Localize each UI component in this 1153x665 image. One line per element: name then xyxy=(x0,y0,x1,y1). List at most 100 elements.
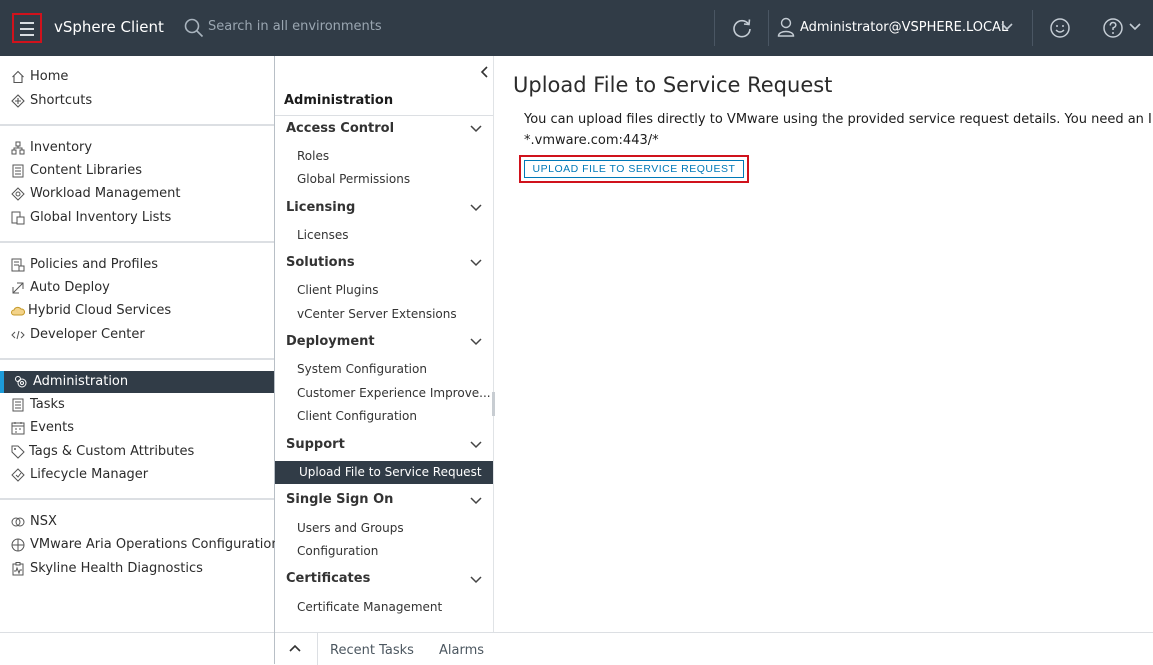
panel-item-licenses[interactable]: Licenses xyxy=(297,228,349,242)
nav-item-label: Skyline Health Diagnostics xyxy=(30,561,203,576)
nav-divider xyxy=(0,124,274,126)
nav-item-shortcuts[interactable]: Shortcuts xyxy=(0,90,274,112)
inventory-icon xyxy=(11,141,25,155)
description-url-text: *.vmware.com:443/* xyxy=(524,133,659,148)
panel-item-certificate-management[interactable]: Certificate Management xyxy=(297,600,442,614)
nav-item-hybrid-cloud-services[interactable]: Hybrid Cloud Services xyxy=(0,300,274,322)
user-menu[interactable]: Administrator@VSPHERE.LOCAL xyxy=(800,20,1008,35)
shortcuts-icon xyxy=(11,94,25,108)
nav-item-auto-deploy[interactable]: Auto Deploy xyxy=(0,277,274,299)
panel-item-global-permissions[interactable]: Global Permissions xyxy=(297,172,410,186)
chevron-down-icon[interactable] xyxy=(470,575,482,584)
upload-file-button[interactable]: UPLOAD FILE TO SERVICE REQUEST xyxy=(524,160,744,178)
auto-deploy-icon xyxy=(12,282,24,294)
chevron-down-icon[interactable] xyxy=(470,203,482,212)
aria-icon xyxy=(11,538,25,552)
chevron-down-icon[interactable] xyxy=(1001,22,1013,32)
bottom-bar-divider xyxy=(317,633,318,665)
section-access-control[interactable]: Access Control xyxy=(286,121,394,136)
nav-item-label: Inventory xyxy=(30,140,93,155)
chevron-down-icon[interactable] xyxy=(470,337,482,346)
section-support[interactable]: Support xyxy=(286,437,345,452)
menu-icon[interactable] xyxy=(12,13,42,43)
nav-item-tasks[interactable]: Tasks xyxy=(0,394,274,416)
nav-item-lifecycle-manager[interactable]: Lifecycle Manager xyxy=(0,464,274,486)
bottom-task-bar: Recent Tasks Alarms xyxy=(275,632,1153,665)
nav-item-administration[interactable]: Administration xyxy=(0,371,274,393)
nav-item-tags-custom-attributes[interactable]: Tags & Custom Attributes xyxy=(0,441,274,463)
nav-item-label: Shortcuts xyxy=(30,93,93,108)
upload-button-highlight: UPLOAD FILE TO SERVICE REQUEST xyxy=(519,155,749,183)
help-icon[interactable] xyxy=(1102,17,1124,39)
nav-item-developer-center[interactable]: Developer Center xyxy=(0,324,274,346)
panel-item-upload-file-to-service-request[interactable]: Upload File to Service Request xyxy=(275,461,493,484)
feedback-smiley-icon[interactable] xyxy=(1049,17,1071,39)
administration-icon xyxy=(15,376,27,388)
library-icon xyxy=(12,164,24,178)
section-deployment[interactable]: Deployment xyxy=(286,334,375,349)
nav-item-label: Home xyxy=(30,69,69,84)
nav-item-workload-management[interactable]: Workload Management xyxy=(0,183,274,205)
nav-item-home[interactable]: Home xyxy=(0,66,274,88)
home-icon xyxy=(12,70,24,84)
nav-item-aria-operations-configuration[interactable]: VMware Aria Operations Configuration xyxy=(0,534,280,556)
refresh-icon[interactable] xyxy=(731,17,753,39)
cloud-icon xyxy=(11,306,25,316)
nav-item-label: Developer Center xyxy=(30,327,145,342)
panel-item-client-plugins[interactable]: Client Plugins xyxy=(297,283,379,297)
nav-item-events[interactable]: Events xyxy=(0,417,274,439)
panel-item-vcenter-server-extensions[interactable]: vCenter Server Extensions xyxy=(297,307,457,321)
search-input[interactable]: Search in all environments xyxy=(208,19,508,34)
nav-item-global-inventory-lists[interactable]: Global Inventory Lists xyxy=(0,207,274,229)
nav-item-label: Events xyxy=(30,420,75,435)
workload-icon xyxy=(11,187,25,201)
recent-tasks-tab[interactable]: Recent Tasks xyxy=(330,643,414,658)
chevron-down-icon[interactable] xyxy=(470,258,482,267)
nav-divider xyxy=(0,498,274,500)
nav-item-label: Auto Deploy xyxy=(30,280,110,295)
chevron-up-icon[interactable] xyxy=(289,643,301,653)
panel-item-configuration[interactable]: Configuration xyxy=(297,544,378,558)
nav-item-nsx[interactable]: NSX xyxy=(0,511,274,533)
nav-item-label: Content Libraries xyxy=(30,163,142,178)
nav-item-label: Hybrid Cloud Services xyxy=(28,303,172,318)
top-header: vSphere Client Search in all environment… xyxy=(0,0,1153,56)
nav-item-label: Policies and Profiles xyxy=(30,257,159,272)
panel-divider xyxy=(275,115,493,116)
nav-item-inventory[interactable]: Inventory xyxy=(0,137,274,159)
chevron-left-icon[interactable] xyxy=(480,66,490,78)
search-icon[interactable] xyxy=(184,18,204,38)
section-single-sign-on[interactable]: Single Sign On xyxy=(286,492,393,507)
section-certificates[interactable]: Certificates xyxy=(286,571,370,586)
global-inventory-icon xyxy=(11,211,25,225)
panel-item-client-configuration[interactable]: Client Configuration xyxy=(297,409,417,423)
alarms-tab[interactable]: Alarms xyxy=(439,643,484,658)
chevron-down-icon[interactable] xyxy=(470,124,482,133)
tag-icon xyxy=(11,445,25,459)
code-icon xyxy=(11,330,25,340)
panel-resize-handle[interactable] xyxy=(492,392,495,416)
chevron-down-icon[interactable] xyxy=(470,496,482,505)
description-text: You can upload files directly to VMware … xyxy=(524,112,1153,127)
nav-item-policies-and-profiles[interactable]: Policies and Profiles xyxy=(0,254,274,276)
panel-item-users-and-groups[interactable]: Users and Groups xyxy=(297,521,404,535)
chevron-down-icon[interactable] xyxy=(1129,22,1141,32)
panel-item-roles[interactable]: Roles xyxy=(297,149,329,163)
app-title[interactable]: vSphere Client xyxy=(54,18,164,36)
tasks-icon xyxy=(12,398,24,412)
section-solutions[interactable]: Solutions xyxy=(286,255,355,270)
nav-item-skyline-health-diagnostics[interactable]: Skyline Health Diagnostics xyxy=(0,558,274,580)
left-navigation: Home Shortcuts Inventory Content Librari… xyxy=(0,56,280,664)
nav-divider xyxy=(0,632,274,633)
nav-item-label: Tags & Custom Attributes xyxy=(29,444,195,459)
section-licensing[interactable]: Licensing xyxy=(286,200,355,215)
panel-item-customer-experience[interactable]: Customer Experience Improve... xyxy=(297,386,491,400)
panel-item-system-configuration[interactable]: System Configuration xyxy=(297,362,427,376)
chevron-down-icon[interactable] xyxy=(470,440,482,449)
nav-item-content-libraries[interactable]: Content Libraries xyxy=(0,160,274,182)
user-icon[interactable] xyxy=(777,17,795,37)
nsx-icon xyxy=(11,517,25,527)
nav-item-label: Workload Management xyxy=(30,186,181,201)
panel-title: Administration xyxy=(284,93,394,108)
nav-divider xyxy=(0,241,274,243)
